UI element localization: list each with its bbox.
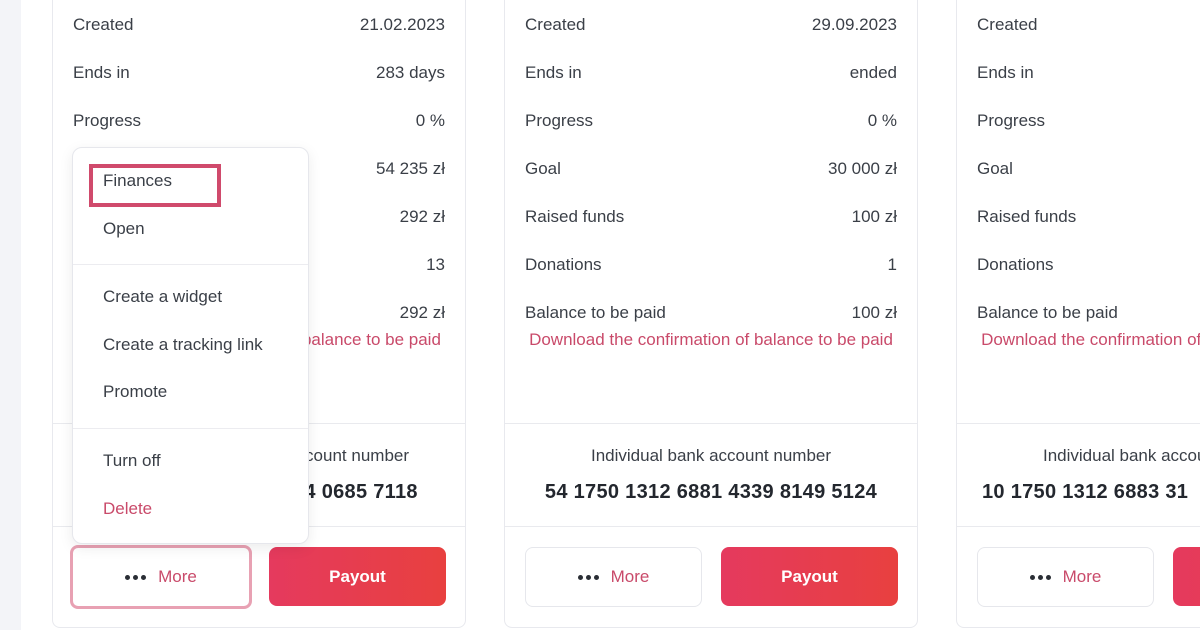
row-ends-in: Ends in — [977, 49, 1200, 97]
sidebar-background — [0, 0, 21, 630]
more-dots-icon — [577, 574, 599, 580]
more-actions-menu: Finances Open Create a widget Create a t… — [72, 147, 309, 544]
row-label: Progress — [525, 111, 594, 130]
row-value: 54 235 zł — [376, 159, 445, 178]
payout-button[interactable]: Payout — [1173, 547, 1200, 606]
payout-button[interactable]: Payout — [269, 547, 446, 606]
divider — [957, 423, 1200, 424]
row-label: Created — [73, 15, 134, 34]
more-button-label: More — [1062, 567, 1102, 586]
row-label: Progress — [977, 111, 1046, 130]
more-button[interactable]: More — [977, 547, 1154, 607]
divider — [957, 526, 1200, 527]
divider — [505, 526, 917, 527]
row-value: 292 zł — [399, 303, 445, 322]
fundraiser-card: Created Ends in Progress Goal Raised fun… — [956, 0, 1200, 628]
menu-item-turn-off[interactable]: Turn off — [103, 451, 161, 471]
menu-item-promote[interactable]: Promote — [103, 382, 167, 402]
row-value: 292 zł — [399, 207, 445, 226]
row-label: Donations — [525, 255, 602, 274]
row-value: 283 days — [376, 63, 445, 82]
row-created: Created 29.09.2023 — [525, 1, 897, 49]
bank-account-number: 24 0685 7118 — [293, 481, 418, 503]
row-label: Donations — [977, 255, 1054, 274]
row-label: Created — [977, 15, 1038, 34]
row-label: Raised funds — [977, 207, 1077, 226]
row-label: Balance to be paid — [525, 303, 666, 322]
row-value: 13 — [426, 255, 445, 274]
row-ends-in: Ends in ended — [525, 49, 897, 97]
row-label: Ends in — [73, 63, 130, 82]
menu-divider — [73, 264, 308, 265]
row-value: 30 000 zł — [828, 159, 897, 178]
row-value: ended — [849, 63, 897, 82]
row-raised-funds: Raised funds — [977, 193, 1200, 241]
bank-account-label: Individual bank account number — [590, 446, 832, 465]
row-progress: Progress 0 % — [73, 97, 445, 145]
row-progress: Progress 0 % — [525, 97, 897, 145]
more-dots-icon — [125, 574, 147, 580]
row-raised-funds: Raised funds 100 zł — [525, 193, 897, 241]
row-progress: Progress — [977, 97, 1200, 145]
row-label: Raised funds — [525, 207, 625, 226]
more-button-label: More — [610, 567, 650, 586]
bank-account-number: 10 1750 1312 6883 31 — [982, 481, 1189, 503]
row-ends-in: Ends in 283 days — [73, 49, 445, 97]
row-goal: Goal 30 000 zł — [525, 145, 897, 193]
row-value: 0 % — [867, 111, 897, 130]
row-donations: Donations 1 — [525, 241, 897, 289]
row-value: 100 zł — [851, 207, 897, 226]
menu-item-create-widget[interactable]: Create a widget — [103, 287, 222, 307]
download-confirmation-link[interactable]: Download the confirmation of balance to … — [975, 325, 1200, 354]
row-value: 100 zł — [851, 303, 897, 322]
row-value: 29.09.2023 — [811, 15, 897, 34]
row-label: Ends in — [977, 63, 1034, 82]
divider — [505, 423, 917, 424]
row-goal: Goal — [977, 145, 1200, 193]
menu-divider — [73, 428, 308, 429]
menu-item-finances[interactable]: Finances — [103, 171, 172, 191]
menu-item-open[interactable]: Open — [103, 219, 145, 239]
more-button-label: More — [158, 567, 197, 586]
row-label: Created — [525, 15, 586, 34]
row-value: 1 — [887, 255, 897, 274]
fundraiser-card: Created 29.09.2023 Ends in ended Progress 0… — [504, 0, 918, 628]
more-button[interactable]: More — [525, 547, 702, 607]
row-created: Created 21.02.2023 — [73, 1, 445, 49]
payout-button[interactable]: Payout — [721, 547, 898, 606]
bank-account-number: 54 1750 1312 6881 4339 8149 5124 — [544, 481, 878, 503]
bank-account-label: Individual bank account number — [1042, 446, 1200, 465]
row-created: Created — [977, 1, 1200, 49]
row-value: 21.02.2023 — [359, 15, 445, 34]
row-label: Ends in — [525, 63, 582, 82]
row-label: Goal — [977, 159, 1013, 178]
download-confirmation-link[interactable]: Download the confirmation of balance to … — [523, 325, 899, 354]
row-label: Goal — [525, 159, 561, 178]
row-label: Progress — [73, 111, 142, 130]
row-donations: Donations — [977, 241, 1200, 289]
more-dots-icon — [1029, 574, 1051, 580]
menu-item-delete[interactable]: Delete — [103, 499, 152, 519]
row-label: Balance to be paid — [977, 303, 1118, 322]
menu-item-create-tracking-link[interactable]: Create a tracking link — [103, 335, 263, 355]
more-button[interactable]: More — [70, 545, 252, 609]
row-value: 0 % — [415, 111, 445, 130]
